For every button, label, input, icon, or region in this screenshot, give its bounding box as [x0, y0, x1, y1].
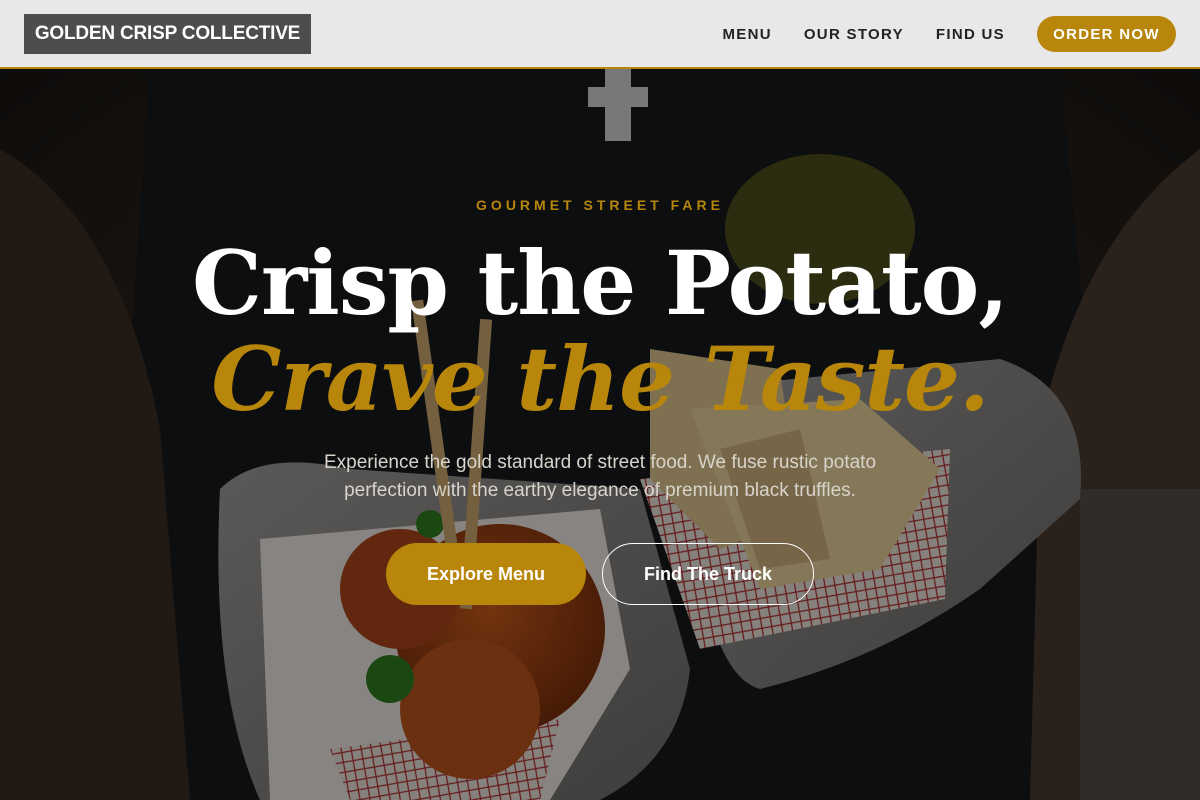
site-header: GOLDEN CRISP COLLECTIVE MENU OUR STORY F… [0, 0, 1200, 69]
brand-logo[interactable]: GOLDEN CRISP COLLECTIVE [24, 14, 311, 54]
hero-section: GOURMET STREET FARE Crisp the Potato, Cr… [0, 69, 1200, 800]
hero-headline-line2: Crave the Taste. [211, 327, 989, 431]
main-nav: MENU OUR STORY FIND US ORDER NOW [722, 16, 1176, 52]
explore-menu-button[interactable]: Explore Menu [386, 543, 586, 605]
hero-eyebrow: GOURMET STREET FARE [476, 197, 724, 213]
hero-headline-line1: Crisp the Potato, [192, 231, 1009, 335]
nav-item-menu[interactable]: MENU [722, 26, 771, 43]
nav-item-our-story[interactable]: OUR STORY [804, 26, 904, 43]
hero-content: GOURMET STREET FARE Crisp the Potato, Cr… [0, 69, 1200, 800]
nav-item-find-us[interactable]: FIND US [936, 26, 1005, 43]
order-now-button[interactable]: ORDER NOW [1037, 16, 1176, 52]
hero-description: Experience the gold standard of street f… [323, 452, 877, 501]
find-truck-button[interactable]: Find The Truck [602, 543, 814, 605]
